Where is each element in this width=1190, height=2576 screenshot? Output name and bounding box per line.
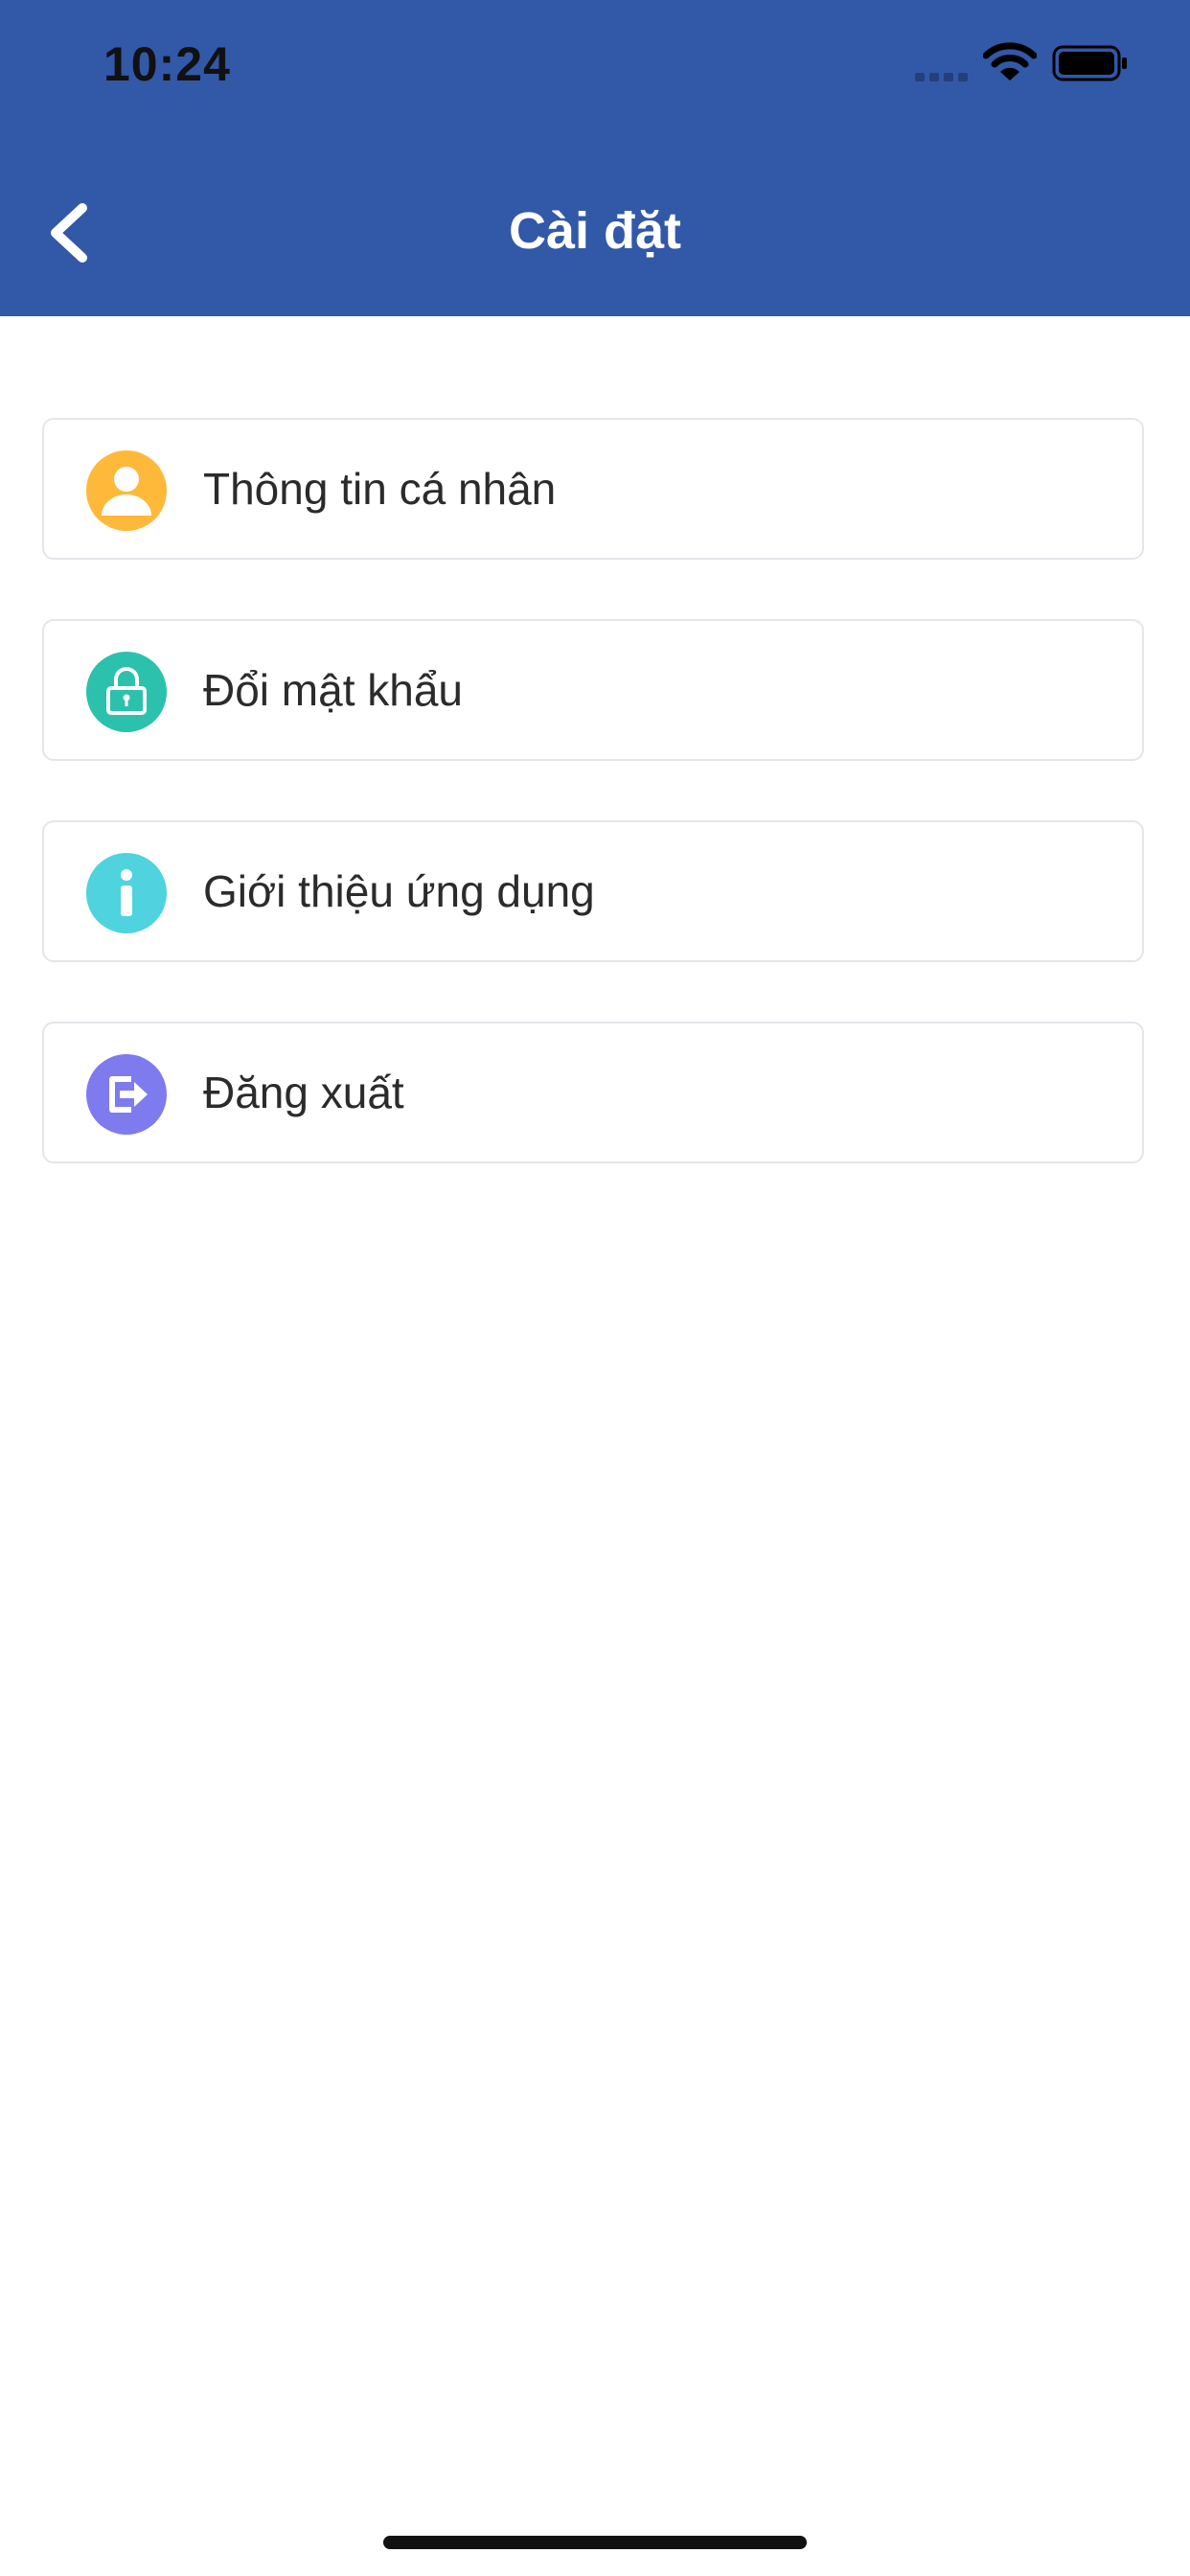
- lock-icon: [86, 652, 167, 732]
- status-time: 10:24: [103, 37, 231, 91]
- menu-item-label: Đăng xuất: [203, 1068, 404, 1117]
- menu-item-label: Giới thiệu ứng dụng: [203, 866, 595, 916]
- menu-item-logout[interactable]: Đăng xuất: [42, 1022, 1144, 1163]
- menu-item-about-app[interactable]: Giới thiệu ứng dụng: [42, 820, 1144, 962]
- wifi-icon: [983, 42, 1037, 80]
- signal-icon: [915, 73, 969, 81]
- home-indicator: [383, 2536, 807, 2549]
- page-title: Cài đặt: [508, 202, 682, 260]
- user-icon: [86, 450, 167, 531]
- menu-item-label: Thông tin cá nhân: [203, 464, 557, 514]
- logout-icon: [86, 1054, 167, 1135]
- info-icon: [86, 853, 167, 933]
- menu-item-personal-info[interactable]: Thông tin cá nhân: [42, 418, 1144, 560]
- menu-item-change-password[interactable]: Đổi mật khẩu: [42, 619, 1144, 761]
- battery-icon: [1052, 45, 1127, 81]
- menu-item-label: Đổi mật khẩu: [203, 665, 464, 715]
- app-header: 10:24 Cài đặt: [0, 0, 1190, 316]
